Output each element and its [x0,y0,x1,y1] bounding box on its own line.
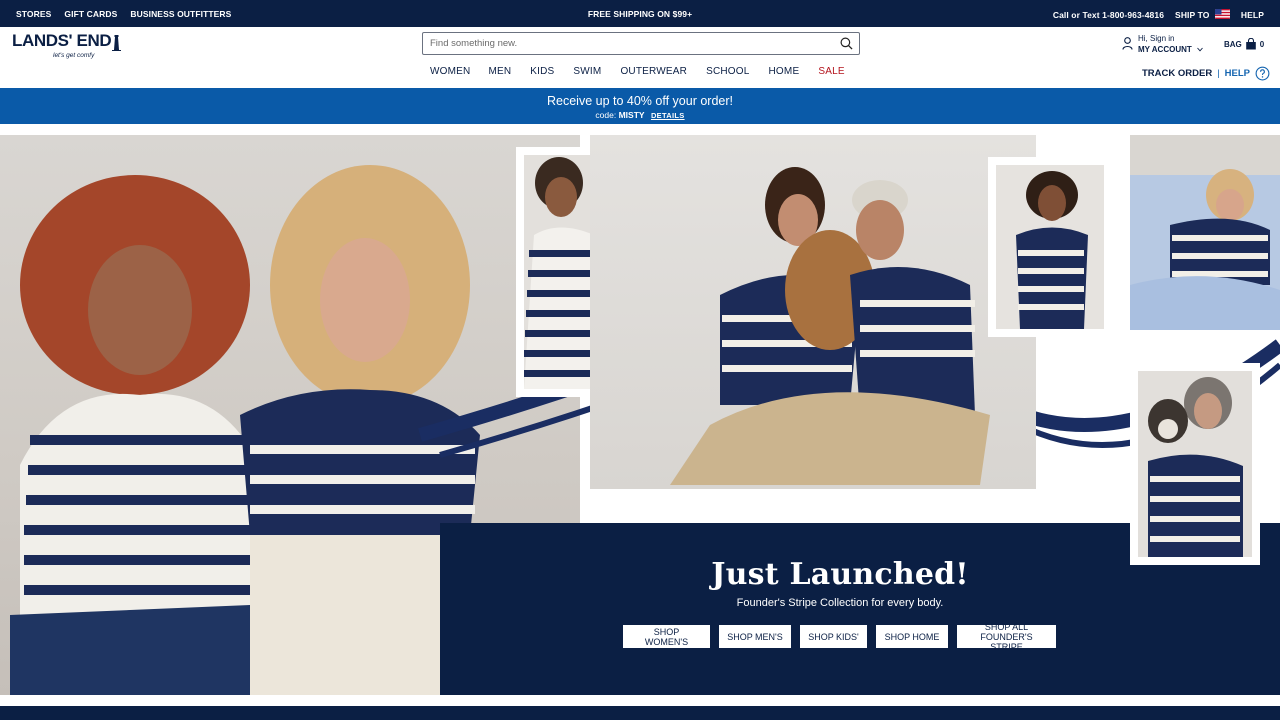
bag-count: 0 [1259,39,1265,49]
gift-cards-link[interactable]: GIFT CARDS [64,9,117,19]
photo-woman-in-bed [1130,135,1280,330]
search-input[interactable] [423,33,833,54]
nav-outerwear[interactable]: OUTERWEAR [620,66,687,77]
header-help-link[interactable]: HELP [1225,68,1250,79]
photo-frame-woman-cardigan [988,157,1112,337]
promo-headline: Receive up to 40% off your order! [547,94,733,108]
shop-mens-button[interactable]: SHOP MEN'S [719,625,791,648]
search-icon[interactable] [840,37,853,50]
lighthouse-icon [112,35,122,51]
shop-home-button[interactable]: SHOP HOME [876,625,948,648]
hero-banner[interactable]: Just Launched! Founder's Stripe Collecti… [0,135,1280,695]
divider: | [1217,68,1220,79]
ship-to-label: SHIP TO [1175,10,1210,20]
nav-women[interactable]: WOMEN [430,66,470,77]
hero-title: Just Launched! [711,557,969,592]
hero-subtitle: Founder's Stripe Collection for every bo… [736,597,944,609]
utility-bar: STORES GIFT CARDS BUSINESS OUTFITTERS FR… [0,0,1280,27]
nav-school[interactable]: SCHOOL [706,66,749,77]
track-help: TRACK ORDER | HELP [1142,66,1270,81]
chevron-down-icon [1197,47,1203,52]
track-order-link[interactable]: TRACK ORDER [1142,68,1212,79]
site-logo[interactable]: LANDS' END let's get comfy [12,31,142,63]
ship-to-selector[interactable]: SHIP TO [1175,9,1230,20]
stores-link[interactable]: STORES [16,9,51,19]
nav-kids[interactable]: KIDS [530,66,554,77]
account-menu[interactable]: Hi, Sign in MY ACCOUNT [1122,33,1203,55]
photo-frame-woman-with-dog [1130,363,1260,565]
nav-swim[interactable]: SWIM [573,66,601,77]
promo-code: MISTY [618,110,645,120]
bag-label: BAG [1224,39,1242,49]
nav-home[interactable]: HOME [769,66,800,77]
shop-all-founders-stripe-button[interactable]: SHOP ALL FOUNDER'S STRIPE [957,622,1056,652]
utility-help-link[interactable]: HELP [1241,10,1264,20]
us-flag-icon [1214,9,1230,19]
utility-right: Call or Text 1-800-963-4816 SHIP TO HELP [1053,9,1264,20]
account-greeting: Hi, Sign in [1138,34,1175,43]
photo-woman-cardigan [996,165,1104,329]
logo-wordmark: LANDS' END [12,31,112,50]
nav-men[interactable]: MEN [488,66,511,77]
site-header: LANDS' END let's get comfy Hi, Sign in M… [0,27,1280,87]
utility-links: STORES GIFT CARDS BUSINESS OUTFITTERS [16,9,231,19]
main-nav: WOMEN MEN KIDS SWIM OUTERWEAR SCHOOL HOM… [430,66,845,77]
chat-help-icon[interactable] [1255,66,1270,81]
nav-sale[interactable]: SALE [818,66,844,77]
phone-number[interactable]: Call or Text 1-800-963-4816 [1053,10,1164,20]
promo-details-link[interactable]: DETAILS [651,111,685,120]
account-label: MY ACCOUNT [1138,45,1192,54]
hero-cta-buttons: SHOP WOMEN'S SHOP MEN'S SHOP KIDS' SHOP … [623,622,1056,652]
search-bar [422,32,860,55]
shop-womens-button[interactable]: SHOP WOMEN'S [623,625,710,648]
photo-woman-holding-dog [1138,371,1252,557]
shop-kids-button[interactable]: SHOP KIDS' [800,625,867,648]
promo-code-prefix: code: [595,110,617,120]
promo-banner[interactable]: Receive up to 40% off your order! code: … [0,88,1280,124]
shopping-bag-icon [1245,38,1256,50]
free-shipping-message[interactable]: FREE SHIPPING ON $99+ [588,9,692,19]
business-outfitters-link[interactable]: BUSINESS OUTFITTERS [130,9,231,19]
photo-couple-with-dog [590,135,1036,489]
user-icon [1122,37,1133,50]
next-section-strip [0,706,1280,720]
logo-tagline: let's get comfy [53,52,95,59]
shopping-bag[interactable]: BAG 0 [1224,38,1264,50]
